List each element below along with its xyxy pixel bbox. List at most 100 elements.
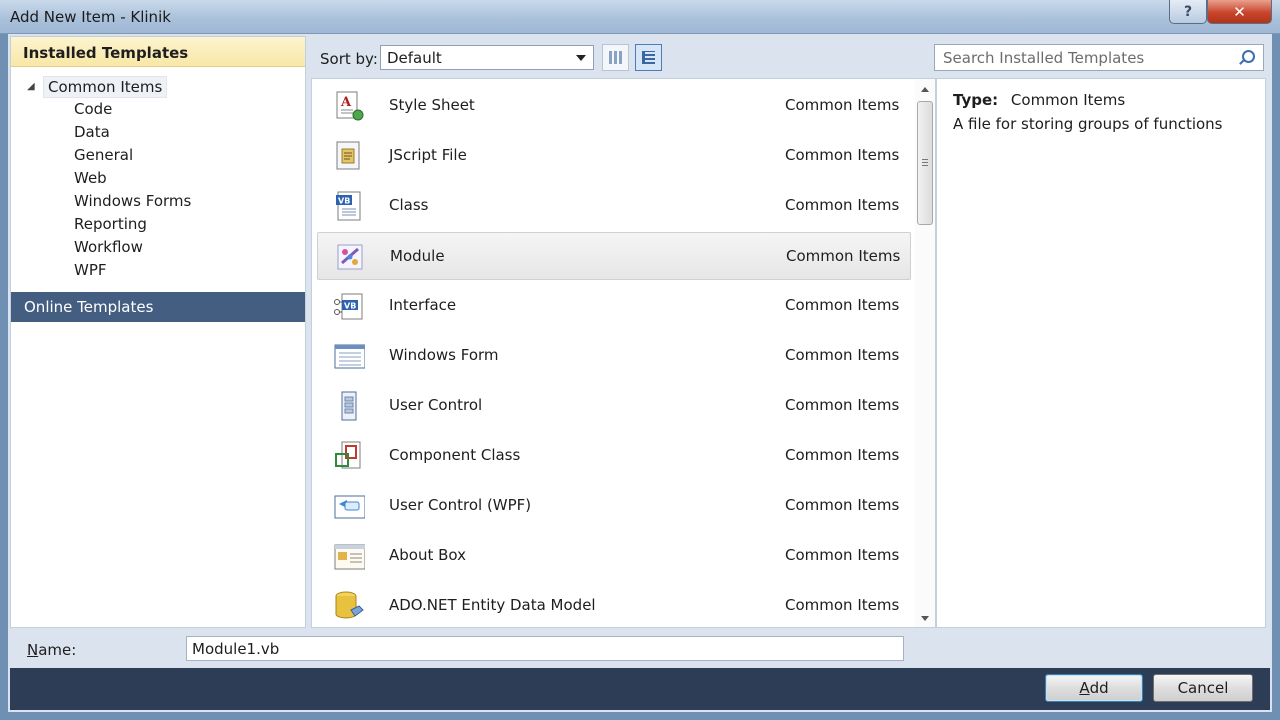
windows-form-icon <box>334 344 365 369</box>
online-templates-header[interactable]: Online Templates <box>11 292 305 322</box>
window-title: Add New Item - Klinik <box>10 8 171 26</box>
template-item-name: Component Class <box>389 446 521 464</box>
tree-node-windows-forms[interactable]: Windows Forms <box>11 190 305 213</box>
details-description: A file for storing groups of functions <box>953 115 1223 133</box>
template-item-name: ADO.NET Entity Data Model <box>389 596 596 614</box>
template-item-name: Windows Form <box>389 346 499 364</box>
template-item-ado-net-entity-data-model[interactable]: ADO.NET Entity Data Model Common Items <box>317 582 911 627</box>
grid-view-icon <box>609 51 622 64</box>
installed-templates-header[interactable]: Installed Templates <box>11 37 305 67</box>
template-item-style-sheet[interactable]: A Style Sheet Common Items <box>317 82 911 130</box>
tree-node-wpf[interactable]: WPF <box>11 259 305 282</box>
template-item-windows-form[interactable]: Windows Form Common Items <box>317 332 911 380</box>
template-item-name: Interface <box>389 296 457 314</box>
template-item-about-box[interactable]: About Box Common Items <box>317 532 911 580</box>
scroll-up-arrow-icon[interactable] <box>921 87 929 92</box>
tree-node-data[interactable]: Data <box>11 121 305 144</box>
list-view-icon <box>642 51 655 64</box>
template-item-name: About Box <box>389 546 466 564</box>
tree-node-general[interactable]: General <box>11 144 305 167</box>
template-item-interface[interactable]: VB Interface Common Items <box>317 282 911 330</box>
template-list: A Style Sheet Common Items JScript File … <box>311 78 936 628</box>
search-placeholder: Search Installed Templates <box>943 49 1145 67</box>
svg-text:VB: VB <box>338 197 350 206</box>
template-item-category: Common Items <box>785 96 900 114</box>
vb-class-icon: VB <box>336 191 361 221</box>
wpf-user-control-icon <box>334 495 365 519</box>
template-item-category: Common Items <box>786 247 901 265</box>
title-bar: Add New Item - Klinik ? ✕ <box>0 0 1280 34</box>
template-item-module[interactable]: Module Common Items <box>317 232 911 280</box>
close-icon: ✕ <box>1233 2 1246 21</box>
sort-by-value: Default <box>387 49 442 67</box>
template-item-category: Common Items <box>785 346 900 364</box>
tree-node-label: Common Items <box>43 75 168 98</box>
template-item-category: Common Items <box>785 446 900 464</box>
name-label-text: ame: <box>38 641 77 659</box>
jscript-file-icon <box>336 141 360 170</box>
tree-node-workflow[interactable]: Workflow <box>11 236 305 259</box>
details-type-line: Type: Common Items <box>953 87 1249 113</box>
template-item-category: Common Items <box>785 596 900 614</box>
search-icon[interactable] <box>1242 50 1255 63</box>
template-tree: ◢ Common Items Code Data General Web Win… <box>11 67 305 282</box>
entity-data-model-icon <box>335 591 364 619</box>
template-item-jscript-file[interactable]: JScript File Common Items <box>317 132 911 180</box>
scroll-thumb[interactable] <box>917 101 933 225</box>
template-details-pane: Type: Common Items A file for storing gr… <box>936 78 1266 628</box>
template-item-category: Common Items <box>785 396 900 414</box>
tree-node-code[interactable]: Code <box>11 98 305 121</box>
template-item-name: Class <box>389 196 429 214</box>
grip-icon <box>922 158 928 166</box>
template-item-name: Style Sheet <box>389 96 475 114</box>
details-type-value: Common Items <box>1010 91 1126 109</box>
template-item-category: Common Items <box>785 546 900 564</box>
add-button-accelerator: A <box>1079 679 1090 697</box>
template-item-name: JScript File <box>389 146 467 164</box>
template-list-scrollbar[interactable] <box>915 79 935 627</box>
help-button[interactable]: ? <box>1169 0 1207 24</box>
tree-node-web[interactable]: Web <box>11 167 305 190</box>
template-item-name: User Control (WPF) <box>389 496 532 514</box>
small-icons-view-button[interactable] <box>602 44 629 71</box>
component-class-icon <box>335 441 361 469</box>
name-input[interactable]: Module1.vb <box>186 636 904 661</box>
dialog-client: Installed Templates ◢ Common Items Code … <box>8 34 1272 712</box>
template-item-category: Common Items <box>785 496 900 514</box>
about-box-icon <box>334 544 365 570</box>
user-control-icon <box>341 391 357 421</box>
template-item-class[interactable]: VB Class Common Items <box>317 182 911 230</box>
name-label: Name: <box>27 641 76 659</box>
template-item-user-control[interactable]: User Control Common Items <box>317 382 911 430</box>
svg-text:A: A <box>340 95 352 110</box>
template-item-name: Module <box>390 247 445 265</box>
add-button[interactable]: Add <box>1045 674 1143 702</box>
expand-arrow-icon[interactable]: ◢ <box>27 81 43 92</box>
tree-node-common-items[interactable]: ◢ Common Items <box>11 75 305 98</box>
sort-by-label: Sort by: <box>320 50 378 68</box>
add-button-label: dd <box>1089 679 1109 697</box>
svg-text:VB: VB <box>344 302 356 311</box>
scroll-down-arrow-icon[interactable] <box>921 616 929 621</box>
interface-icon: VB <box>334 293 363 320</box>
module-icon <box>337 244 363 270</box>
template-item-name: User Control <box>389 396 483 414</box>
name-label-accelerator: N <box>27 641 39 659</box>
chevron-down-icon <box>576 55 586 61</box>
help-icon: ? <box>1183 3 1193 20</box>
sort-by-select[interactable]: Default <box>380 45 594 70</box>
template-item-category: Common Items <box>785 296 900 314</box>
template-item-user-control-wpf[interactable]: User Control (WPF) Common Items <box>317 482 911 530</box>
template-item-component-class[interactable]: Component Class Common Items <box>317 432 911 480</box>
details-view-button[interactable] <box>635 44 662 71</box>
search-input[interactable]: Search Installed Templates <box>934 44 1264 71</box>
details-type-label: Type: <box>953 91 999 109</box>
template-tree-panel: Installed Templates ◢ Common Items Code … <box>10 36 306 628</box>
style-sheet-icon: A <box>336 91 364 121</box>
tree-node-reporting[interactable]: Reporting <box>11 213 305 236</box>
template-item-category: Common Items <box>785 146 900 164</box>
cancel-button[interactable]: Cancel <box>1153 674 1253 702</box>
close-button[interactable]: ✕ <box>1207 0 1272 24</box>
template-item-category: Common Items <box>785 196 900 214</box>
name-input-value: Module1.vb <box>192 640 280 658</box>
